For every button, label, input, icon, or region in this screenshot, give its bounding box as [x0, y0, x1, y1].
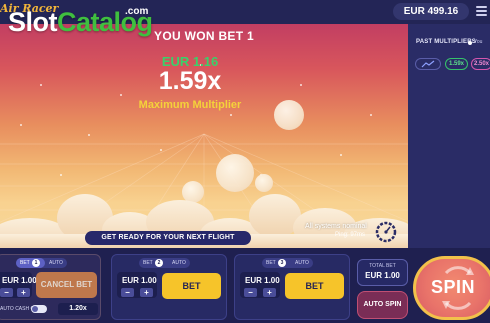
- stake-increase-button-3[interactable]: +: [263, 288, 276, 297]
- cancel-bet-button[interactable]: CANCEL BET: [36, 272, 97, 298]
- max-multiplier-value: 1.59x: [158, 67, 222, 95]
- bet-mode-option[interactable]: BET 3: [262, 258, 291, 268]
- past-multiplier-chip: 2.50x: [471, 58, 490, 70]
- your-bet-dot: [468, 41, 472, 45]
- auto-cash-out-switch[interactable]: [31, 305, 47, 313]
- auto-spin-button[interactable]: AUTO SPIN: [357, 291, 408, 319]
- watermark-domain: .com: [125, 6, 149, 17]
- ping-gauge-icon: [375, 221, 397, 243]
- auto-mode-option[interactable]: AUTO: [291, 258, 313, 268]
- history-chart-toggle[interactable]: [415, 58, 441, 70]
- bet-mode-toggle-2[interactable]: BET 2 AUTO: [139, 258, 190, 268]
- your-bet-label: You: [474, 39, 483, 45]
- next-flight-banner: GET READY FOR YOUR NEXT FLIGHT: [85, 231, 251, 245]
- stake-value-2: EUR 1.00: [122, 276, 157, 285]
- past-multipliers-title: PAST MULTIPLIERS: [416, 39, 476, 45]
- bet-button-2[interactable]: BET: [162, 273, 221, 299]
- balance-display: EUR 499.16: [393, 3, 469, 20]
- stake-decrease-button-1[interactable]: −: [0, 288, 13, 297]
- total-bet-box: TOTAL BET EUR 1.00: [357, 259, 408, 286]
- bet-mode-toggle-1[interactable]: BET 1 AUTO: [16, 258, 67, 268]
- auto-mode-option[interactable]: AUTO: [45, 258, 67, 268]
- spin-label: SPIN: [431, 277, 476, 297]
- game-area: YOU WON BET 1 EUR 1.16 1.59x Maximum Mul…: [0, 24, 408, 248]
- bet-mode-option[interactable]: BET 1: [16, 258, 46, 268]
- stake-increase-button-2[interactable]: +: [140, 288, 153, 297]
- bet-button-3[interactable]: BET: [285, 273, 344, 299]
- auto-cash-out-value[interactable]: 1.20x: [58, 303, 98, 315]
- past-multiplier-chip: 1.59x: [445, 58, 468, 70]
- total-bet-value: EUR 1.00: [365, 271, 400, 280]
- bet-mode-option[interactable]: BET 2: [139, 258, 168, 268]
- past-multipliers-panel: PAST MULTIPLIERS 1.59x 2.50x: [408, 24, 490, 248]
- stake-decrease-button-2[interactable]: −: [121, 288, 134, 297]
- auto-mode-option[interactable]: AUTO: [168, 258, 190, 268]
- total-bet-label: TOTAL BET: [369, 263, 396, 269]
- stake-value-1: EUR 1.00: [2, 276, 37, 285]
- stake-value-3: EUR 1.00: [245, 276, 280, 285]
- system-status: All systems nominal: [305, 223, 367, 230]
- menu-icon[interactable]: [476, 6, 487, 17]
- max-multiplier-label: Maximum Multiplier: [138, 99, 242, 111]
- ping-readout: Ping: 97ms: [335, 232, 366, 238]
- line-chart-icon: [421, 60, 435, 68]
- bet-mode-toggle-3[interactable]: BET 3 AUTO: [262, 258, 313, 268]
- stake-decrease-button-3[interactable]: −: [244, 288, 257, 297]
- stake-increase-button-1[interactable]: +: [17, 288, 30, 297]
- balance-value: EUR 499.16: [403, 6, 459, 17]
